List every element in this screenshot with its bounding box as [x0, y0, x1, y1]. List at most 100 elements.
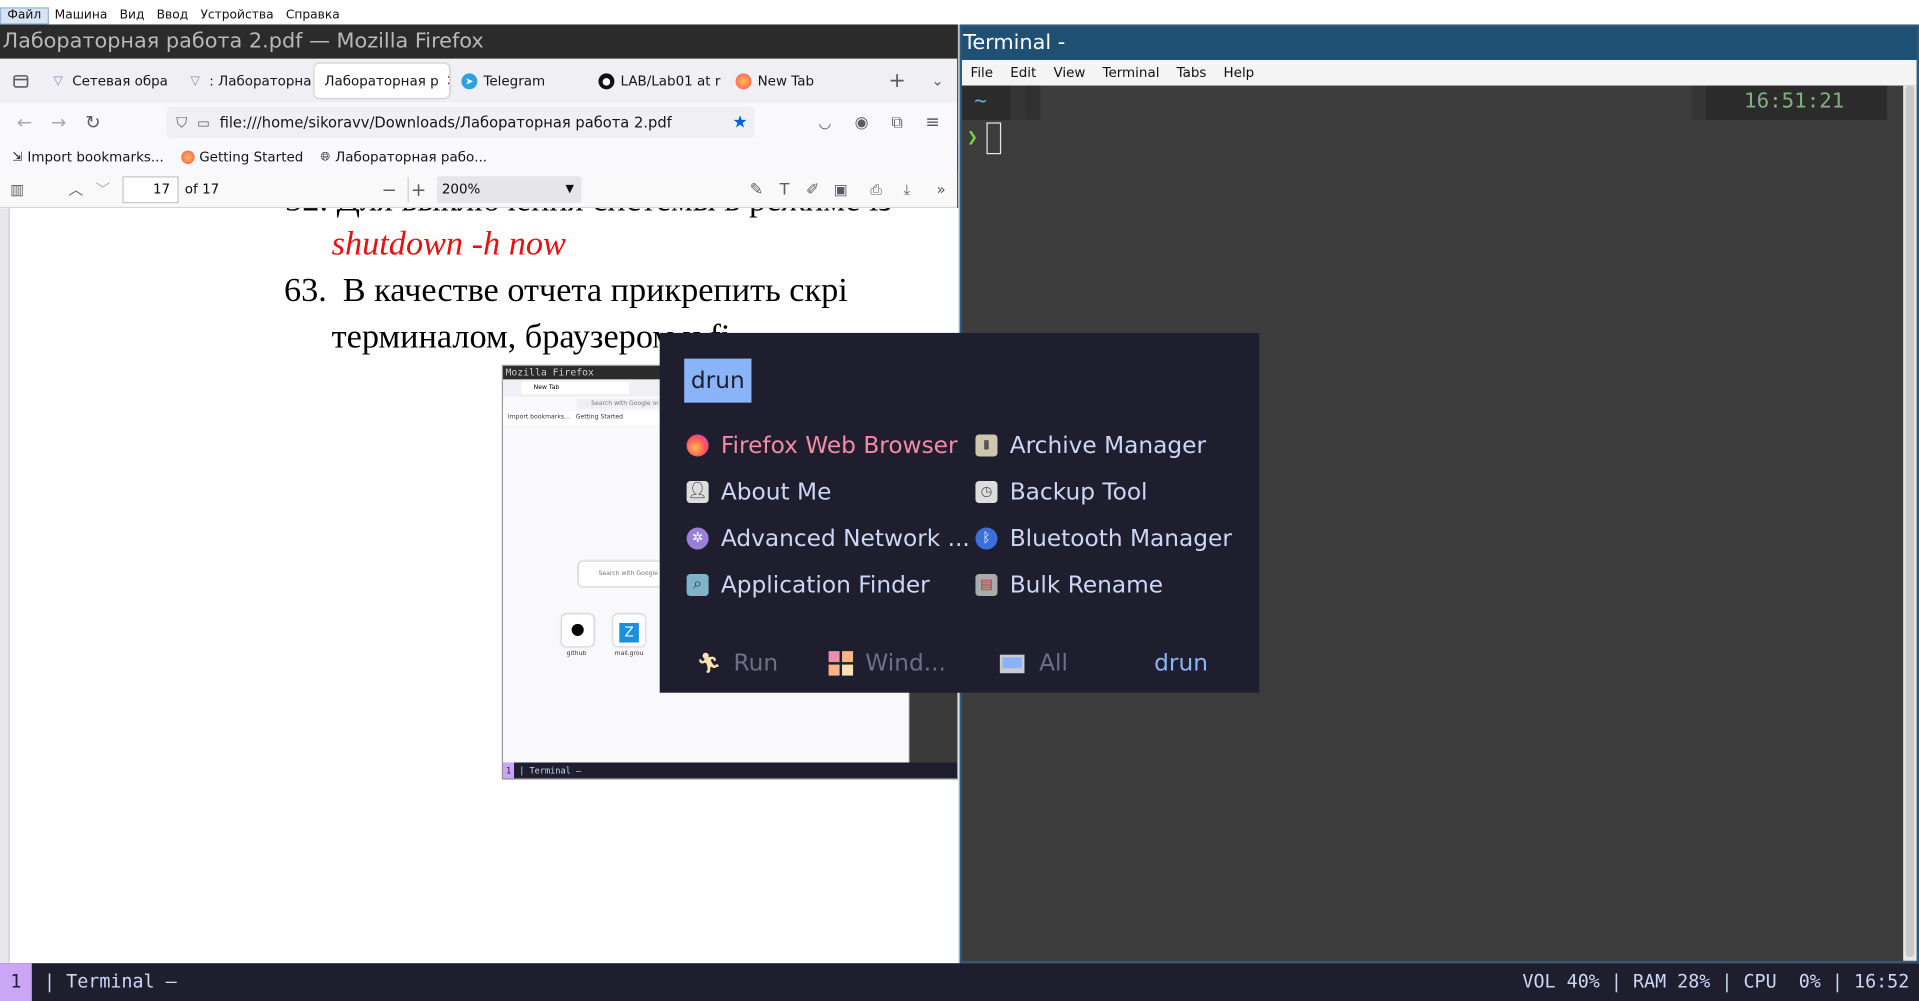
- workspace-indicator[interactable]: 1: [0, 963, 32, 1001]
- tab-strip: ▽ Сетевая обра ▽ : Лабораторна Лаборатор…: [0, 58, 958, 103]
- back-icon[interactable]: ←: [7, 105, 41, 139]
- vbox-menu-view[interactable]: Вид: [113, 7, 150, 24]
- zoom-in-icon[interactable]: +: [401, 173, 435, 207]
- vbox-icon: ▽: [190, 74, 200, 88]
- rofi-item-network[interactable]: ✲ Advanced Network ...: [686, 520, 970, 557]
- rofi-item-app-finder[interactable]: ⌕ Application Finder: [686, 567, 930, 604]
- pdf-line-32: 32. Для выключения системы в режиме із: [285, 208, 892, 220]
- rofi-mode-run[interactable]: 🏃︎ Run: [696, 645, 778, 682]
- rofi-item-about-me[interactable]: 👤︎ About Me: [686, 474, 832, 511]
- vbox-menubar: Файл Машина Вид Ввод Устройства Справка: [0, 7, 1919, 25]
- hamburger-menu-icon[interactable]: ≡: [915, 105, 949, 139]
- rename-icon: ▤: [975, 574, 998, 597]
- pdf-sidebar-edge: [0, 208, 10, 964]
- rofi-item-label: Advanced Network ...: [720, 525, 970, 552]
- close-tab-icon[interactable]: ✕: [446, 72, 449, 89]
- bookmark-getting-started[interactable]: Getting Started: [180, 148, 304, 165]
- page-number-input[interactable]: 17: [122, 175, 179, 203]
- sidebar-toggle-icon[interactable]: ▥: [0, 172, 34, 206]
- bookmark-label: Лабораторная рабо...: [335, 148, 488, 165]
- rofi-mode-label: drun: [1154, 649, 1208, 677]
- pocket-icon[interactable]: ◡: [808, 105, 842, 139]
- telegram-icon: ➤: [461, 72, 478, 89]
- bookmark-star-icon[interactable]: ★: [732, 113, 747, 133]
- terminal-menu-edit[interactable]: Edit: [1002, 65, 1045, 81]
- vbox-menu-input[interactable]: Ввод: [151, 7, 195, 24]
- terminal-menu-tabs[interactable]: Tabs: [1168, 65, 1215, 81]
- prompt-symbol: ❯: [966, 126, 978, 149]
- icon-square: [842, 651, 854, 663]
- terminal-menu-help[interactable]: Help: [1215, 65, 1263, 81]
- rofi-item-label: Backup Tool: [1009, 478, 1148, 506]
- terminal-menu-terminal[interactable]: Terminal: [1094, 65, 1168, 81]
- url-bar[interactable]: ⛉ ▭ file:///home/sikoravv/Downloads/Лабо…: [166, 106, 756, 139]
- rofi-item-bulk-rename[interactable]: ▤ Bulk Rename: [975, 567, 1163, 604]
- terminal-scrollbar[interactable]: [1903, 85, 1917, 961]
- terminal-menu-file[interactable]: File: [962, 65, 1002, 81]
- image-icon[interactable]: ▣: [824, 173, 858, 207]
- bookmark-label: Getting Started: [199, 148, 304, 165]
- print-icon[interactable]: ⎙: [859, 173, 893, 207]
- list-tabs-icon[interactable]: ⌄: [920, 64, 954, 98]
- tab-newtab[interactable]: New Tab: [726, 64, 861, 98]
- archive-icon: ▮: [975, 434, 998, 457]
- rofi-mode-label: Wind...: [865, 649, 946, 677]
- rofi-item-label: About Me: [720, 478, 832, 506]
- vbox-menu-machine[interactable]: Машина: [49, 7, 114, 24]
- vbox-menu-help[interactable]: Справка: [280, 7, 346, 24]
- icon-square: [828, 651, 840, 663]
- globe-icon: 🌐︎: [320, 149, 331, 164]
- more-tools-icon[interactable]: »: [924, 173, 958, 207]
- new-tab-icon[interactable]: +: [880, 64, 914, 98]
- bookmarks-toolbar: ⇲ Import bookmarks... Getting Started 🌐︎ Л…: [0, 142, 957, 171]
- zoom-select[interactable]: 200% ▼: [436, 176, 582, 204]
- rofi-item-archive[interactable]: ▮ Archive Manager: [975, 427, 1206, 464]
- firefox-title: Лабораторная работа 2.pdf — Mozilla Fire…: [0, 24, 958, 59]
- pdf-item-text-1: В качестве отчета прикрепить скрі: [342, 271, 848, 310]
- tab-telegram[interactable]: ➤ Telegram: [452, 64, 587, 98]
- tab-network[interactable]: ▽ Сетевая обра: [40, 64, 175, 98]
- rofi-item-label: Application Finder: [720, 571, 930, 599]
- scrollbar-thumb[interactable]: [1905, 85, 1915, 958]
- vbox-menu-devices[interactable]: Устройства: [194, 7, 279, 24]
- reload-icon[interactable]: ↻: [76, 105, 110, 139]
- forward-icon[interactable]: →: [42, 105, 76, 139]
- mail-icon: Z: [613, 614, 645, 647]
- rofi-mode-drun[interactable]: drun: [1154, 645, 1208, 682]
- rofi-item-bluetooth[interactable]: ᛒ Bluetooth Manager: [975, 520, 1232, 557]
- shield-icon[interactable]: ⛉: [176, 113, 187, 131]
- embed-window-title: | Terminal —: [519, 766, 582, 776]
- bookmark-lab[interactable]: 🌐︎ Лабораторная рабо...: [320, 149, 487, 165]
- next-page-icon[interactable]: ﹀: [86, 172, 120, 206]
- rofi-mode-label: Run: [733, 649, 779, 677]
- vbox-menu-file[interactable]: Файл: [0, 7, 49, 25]
- github-icon: ●: [561, 614, 594, 647]
- terminal-menu-view[interactable]: View: [1045, 65, 1094, 81]
- rofi-mode-window[interactable]: Wind...: [828, 645, 946, 682]
- backup-icon: ◷: [975, 480, 998, 504]
- rofi-prompt[interactable]: drun: [684, 358, 752, 403]
- system-stats: VOL 40% | RAM 28% | CPU 0% | 16:52: [1522, 970, 1910, 993]
- save-icon[interactable]: ⤓: [890, 173, 924, 207]
- rofi-item-firefox[interactable]: Firefox Web Browser: [686, 427, 958, 464]
- tab-label: Telegram: [483, 72, 546, 89]
- icon-square: [842, 664, 854, 676]
- tab-label: LAB/Lab01 at r: [620, 72, 721, 89]
- tab-pdf[interactable]: Лабораторная р ✕: [314, 63, 450, 98]
- github-icon: ●: [598, 72, 615, 89]
- rofi-item-label: Bluetooth Manager: [1009, 525, 1232, 552]
- rofi-item-backup[interactable]: ◷ Backup Tool: [975, 474, 1148, 511]
- tab-github[interactable]: ● LAB/Lab01 at r: [589, 64, 724, 98]
- bookmark-import[interactable]: ⇲ Import bookmarks...: [12, 149, 163, 165]
- extensions-icon[interactable]: ⧉: [880, 105, 914, 139]
- tab-label: Сетевая обра: [72, 72, 168, 89]
- network-icon: ✲: [686, 527, 709, 550]
- account-icon[interactable]: ◉: [844, 105, 878, 139]
- url-text[interactable]: file:///home/sikoravv/Downloads/Лаборато…: [220, 114, 672, 131]
- rofi-item-label: Firefox Web Browser: [720, 432, 958, 459]
- tab-manager-icon[interactable]: [4, 64, 38, 98]
- firefox-icon: [686, 434, 709, 457]
- page-count: of 17: [184, 181, 220, 198]
- rofi-mode-all[interactable]: All: [999, 645, 1068, 682]
- tab-lab[interactable]: ▽ : Лабораторна: [177, 64, 312, 98]
